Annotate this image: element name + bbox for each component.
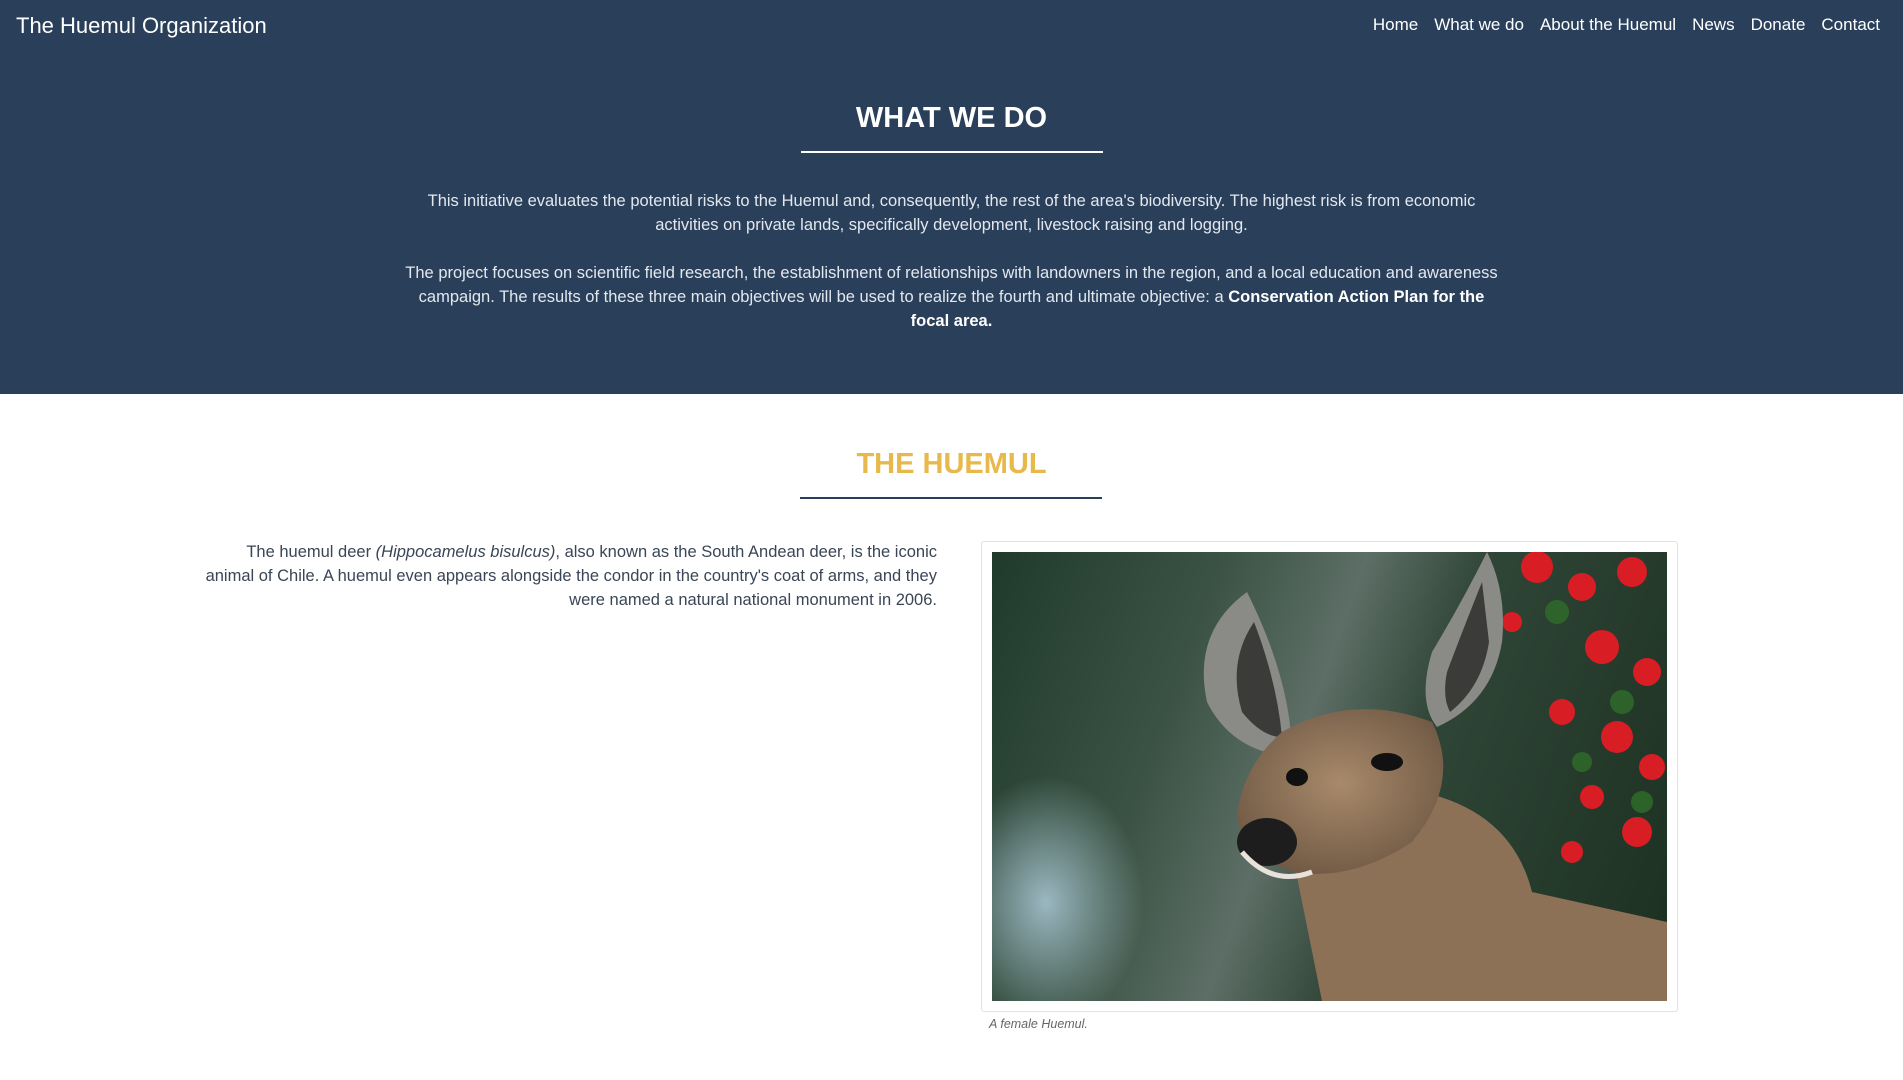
huemul-deer-illustration <box>1203 552 1667 1001</box>
huemul-photo <box>992 552 1667 1001</box>
huemul-figure <box>981 541 1678 1012</box>
what-we-do-paragraph-1: This initiative evaluates the potential … <box>427 192 1476 234</box>
site-brand[interactable]: The Huemul Organization <box>16 13 267 39</box>
main-nav: Home What we do About the Huemul News Do… <box>1357 15 1880 35</box>
nav-item-what-we-do[interactable]: What we do <box>1434 15 1524 35</box>
nav-item-home[interactable]: Home <box>1373 15 1418 35</box>
scientific-name: (Hippocamelus bisulcus) <box>375 543 556 561</box>
huemul-divider <box>800 497 1102 499</box>
image-caption: A female Huemul. <box>989 1017 1088 1031</box>
nav-item-about-the-huemul[interactable]: About the Huemul <box>1540 15 1676 35</box>
huemul-description-intro: The huemul deer <box>246 543 376 561</box>
what-we-do-heading: WHAT WE DO <box>855 102 1048 134</box>
what-we-do-paragraph-2: The project focuses on scientific field … <box>400 261 1503 333</box>
hero-section: The Huemul Organization Home What we do … <box>0 0 1903 394</box>
nav-item-donate[interactable]: Donate <box>1751 15 1806 35</box>
nav-item-news[interactable]: News <box>1692 15 1735 35</box>
nav-item-contact[interactable]: Contact <box>1821 15 1880 35</box>
huemul-heading: THE HUEMUL <box>856 448 1047 480</box>
huemul-description: The huemul deer (Hippocamelus bisulcus),… <box>200 540 937 612</box>
what-we-do-divider <box>801 151 1103 153</box>
